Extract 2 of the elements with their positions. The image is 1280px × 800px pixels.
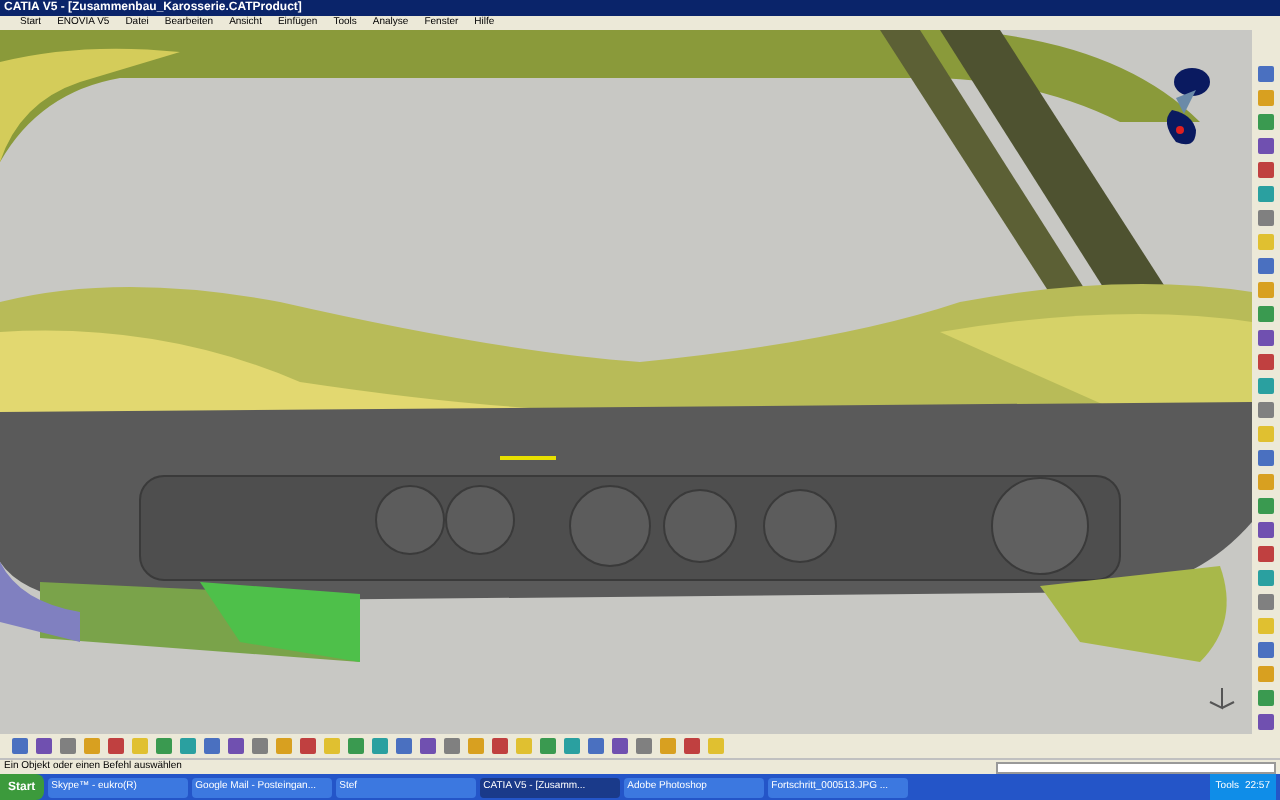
- command-input-field[interactable]: [996, 761, 1276, 773]
- axis-icon: [1208, 686, 1236, 714]
